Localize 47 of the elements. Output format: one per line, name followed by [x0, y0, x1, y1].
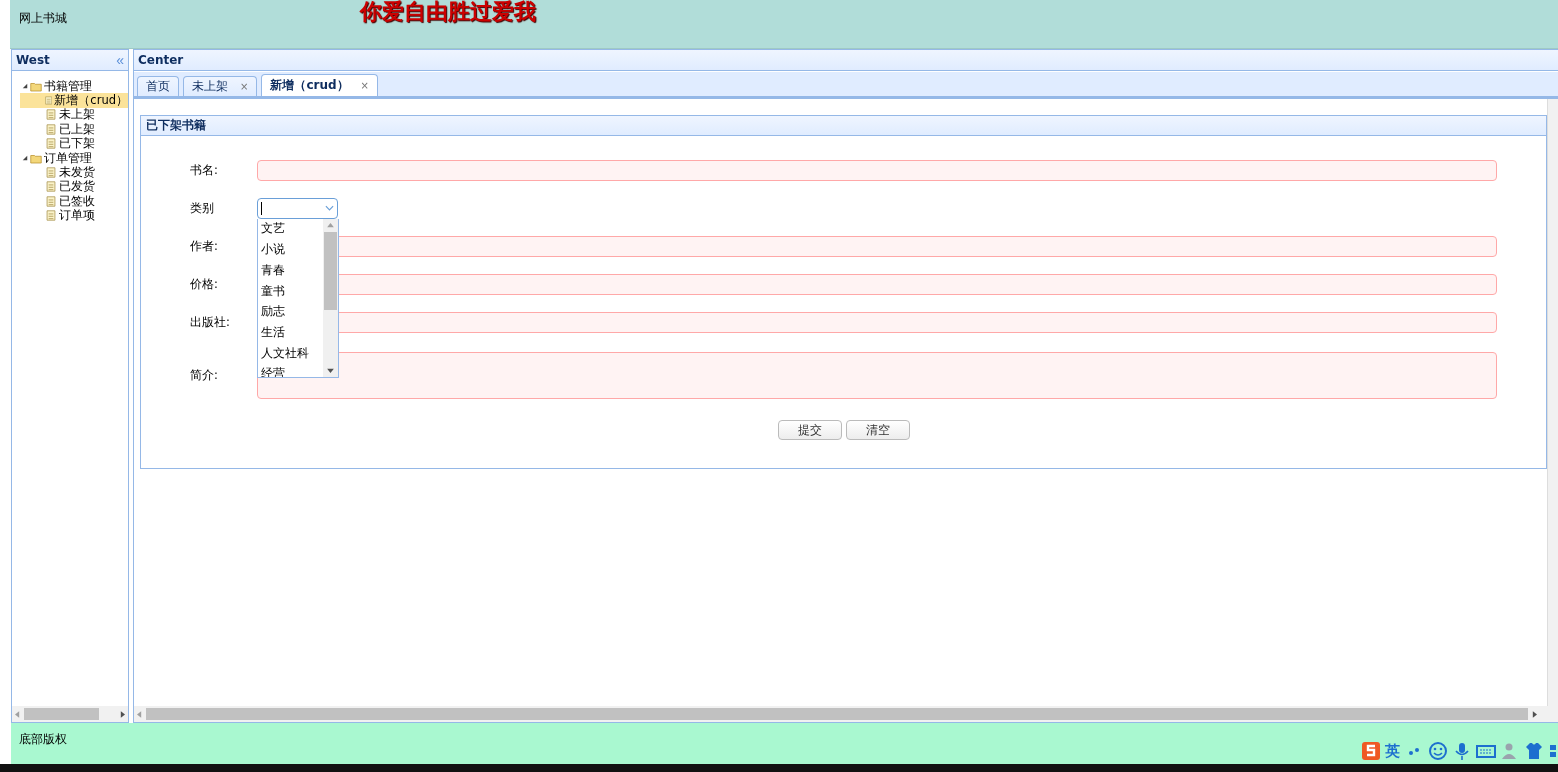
dropdown-option[interactable]: 人文社科: [261, 345, 323, 367]
field-label: 类别: [190, 201, 215, 217]
dropdown-option[interactable]: 生活: [261, 324, 323, 346]
tree-label: 订单项: [59, 208, 95, 224]
tree-item[interactable]: 订单管理: [20, 150, 128, 166]
field-label: 出版社:: [190, 315, 231, 331]
tree-item[interactable]: 书籍管理: [20, 78, 128, 94]
dropdown-option[interactable]: 青春: [261, 262, 323, 284]
tree-item[interactable]: 已签收: [20, 194, 128, 209]
field-label: 作者:: [190, 239, 219, 255]
tree-label: 已签收: [59, 193, 95, 209]
panel-title: 已下架书籍: [146, 116, 206, 134]
banner-text: 你爱自由胜过爱我: [360, 0, 536, 26]
tree-label: 已下架: [59, 136, 95, 152]
tab[interactable]: 首页: [137, 75, 179, 96]
dropdown-option[interactable]: 文艺: [261, 221, 323, 243]
tab[interactable]: 新增（crud） ×: [261, 73, 378, 96]
panel-title: West: [16, 52, 50, 67]
tree-label: 已上架: [59, 121, 95, 137]
close-icon[interactable]: ×: [360, 79, 369, 91]
tree-item[interactable]: 未上架: [20, 107, 128, 123]
submit-button[interactable]: 提交: [778, 419, 842, 440]
dropdown-option[interactable]: 励志: [261, 304, 323, 325]
tree-label: 书籍管理: [44, 78, 92, 94]
ime-mode[interactable]: 英: [1385, 741, 1400, 761]
field-label: 简介:: [190, 368, 219, 384]
footer-text: 底部版权: [18, 731, 67, 749]
close-icon[interactable]: ×: [240, 80, 249, 92]
dropdown-option[interactable]: 童书: [261, 283, 323, 305]
dropdown-option[interactable]: 小说: [261, 242, 323, 263]
tree-label: 已发货: [59, 179, 95, 195]
tree-item[interactable]: 已发货: [20, 179, 128, 195]
site-title: 网上书城: [19, 10, 67, 27]
tree-item[interactable]: 未发货: [20, 165, 128, 180]
clear-button[interactable]: 清空: [846, 419, 910, 440]
tree-item[interactable]: 已下架: [20, 136, 128, 151]
tree-label: 新增（crud）: [54, 93, 128, 108]
tree-label: 未上架: [59, 107, 95, 123]
tree-label: 订单管理: [44, 150, 92, 166]
tree-item[interactable]: 新增（crud）: [20, 93, 128, 108]
field-label: 价格:: [190, 277, 219, 293]
panel-title: Center: [138, 52, 184, 67]
tree-item[interactable]: 已上架: [20, 122, 128, 137]
tree-label: 未发货: [59, 165, 95, 180]
tree-item[interactable]: 订单项: [20, 208, 128, 223]
field-label: 书名:: [190, 163, 219, 179]
tab[interactable]: 未上架 ×: [183, 75, 258, 96]
